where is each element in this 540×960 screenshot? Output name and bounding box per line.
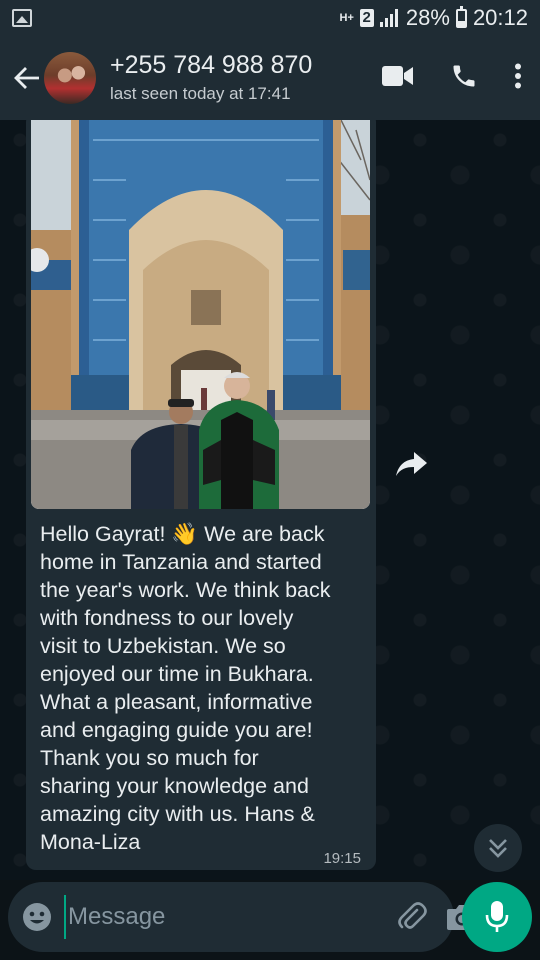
signal-icon: [379, 9, 400, 27]
chat-area: Hello Gayrat! 👋 We are back home in Tanz…: [0, 120, 540, 880]
emoji-icon[interactable]: [22, 902, 52, 932]
message-photo[interactable]: [31, 120, 370, 509]
voice-record-button[interactable]: [462, 882, 532, 952]
video-call-icon[interactable]: [382, 65, 414, 92]
voice-call-icon[interactable]: [450, 62, 478, 95]
message-input[interactable]: [64, 895, 378, 939]
message-composer: [8, 882, 477, 952]
double-chevron-down-icon: [489, 839, 507, 858]
scroll-to-bottom-button[interactable]: [474, 824, 522, 872]
forward-arrow-icon: [396, 452, 427, 476]
image-notification-icon: [12, 9, 32, 27]
message-text: Hello Gayrat! 👋 We are back home in Tanz…: [40, 522, 331, 854]
more-options-icon[interactable]: [514, 63, 522, 94]
message-timestamp: 19:15: [323, 850, 361, 867]
back-arrow-icon[interactable]: [12, 63, 42, 93]
contact-name: +255 784 988 870: [110, 51, 313, 79]
battery-percent: 28%: [405, 5, 450, 30]
forward-button[interactable]: [390, 442, 434, 486]
contact-info[interactable]: +255 784 988 870 last seen today at 17:4…: [110, 50, 382, 106]
chat-header: +255 784 988 870 last seen today at 17:4…: [0, 36, 540, 120]
clock: 20:12: [472, 5, 528, 30]
sim-slot-badge: 2: [359, 9, 374, 27]
microphone-icon: [485, 901, 509, 932]
last-seen-status: last seen today at 17:41: [110, 84, 291, 103]
attach-icon[interactable]: [396, 899, 428, 935]
network-type: H+: [339, 12, 354, 24]
battery-icon: [455, 5, 467, 28]
avatar[interactable]: [44, 52, 96, 104]
status-bar: H+ 2 28% 20:12: [0, 0, 540, 36]
